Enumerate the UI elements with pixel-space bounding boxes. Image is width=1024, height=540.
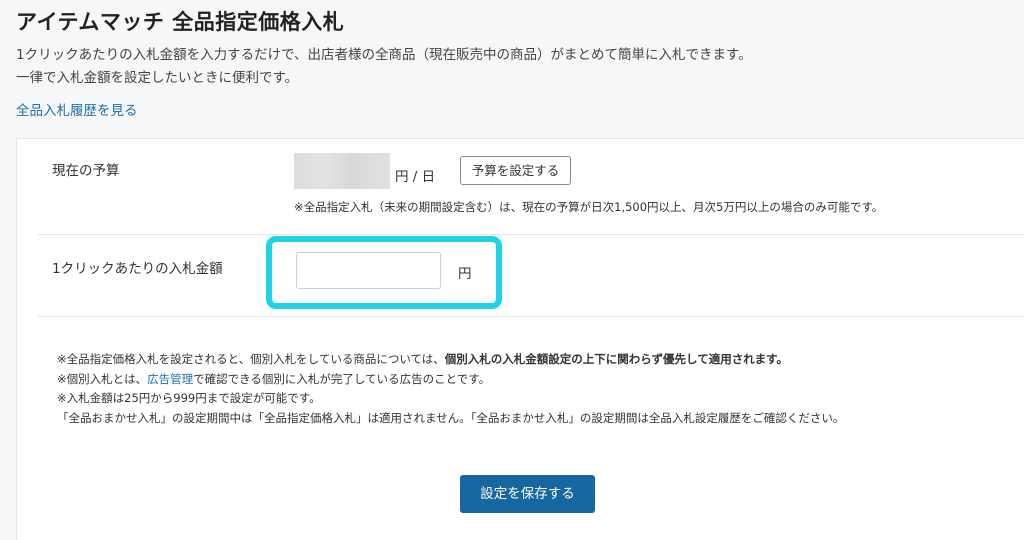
- budget-value-redacted: [294, 153, 390, 189]
- description-line: 1クリックあたりの入札金額を入力するだけで、出店者様の全商品（現在販売中の商品）…: [16, 47, 752, 63]
- budget-unit: 円 / 日: [395, 169, 436, 185]
- ad-management-link[interactable]: 広告管理: [147, 372, 193, 386]
- settings-card: 現在の予算 円 / 日 予算を設定する ※全品指定入札（未来の期間設定含む）は、…: [16, 138, 1024, 540]
- note-priority-emphasis: 個別入札の入札金額設定の上下に関わらず優先して適用されます。: [444, 352, 789, 366]
- budget-label: 現在の予算: [52, 163, 120, 179]
- note-priority: ※全品指定価格入札を設定されると、個別入札をしている商品については、個別入札の入…: [57, 350, 844, 370]
- note-auto-bid: 「全品おまかせ入札」の設定期間中は「全品指定価格入札」は適用されません。「全品お…: [57, 410, 845, 425]
- bid-amount-input[interactable]: [296, 252, 441, 289]
- notes-block: ※全品指定価格入札を設定されると、個別入札をしている商品については、個別入札の入…: [57, 350, 844, 428]
- note-individual-prefix: ※個別入札とは、: [57, 371, 148, 386]
- row-divider: [38, 234, 1024, 235]
- bid-history-link[interactable]: 全品入札履歴を見る: [16, 99, 138, 119]
- budget-note: ※全品指定入札（未来の期間設定含む）は、現在の予算が日次1,500円以上、月次5…: [294, 200, 884, 214]
- note-individual-suffix: で確認できる個別に入札が完了している広告のことです。: [193, 371, 491, 386]
- set-budget-button[interactable]: 予算を設定する: [460, 156, 571, 185]
- note-priority-text: ※全品指定価格入札を設定されると、個別入札をしている商品については、: [57, 352, 445, 366]
- save-settings-button[interactable]: 設定を保存する: [460, 475, 595, 513]
- row-divider: [38, 316, 1024, 317]
- note-bid-range: ※入札金額は25円から999円まで設定が可能です。: [57, 391, 321, 405]
- note-individual-bid: ※個別入札とは、広告管理で確認できる個別に入札が完了している広告のことです。: [57, 370, 844, 390]
- page-title: アイテムマッチ 全品指定価格入札: [16, 10, 345, 34]
- bid-amount-unit: 円: [458, 266, 472, 282]
- description-line: 一律で入札金額を設定したいときに便利です。: [16, 70, 299, 86]
- page-description: 1クリックあたりの入札金額を入力するだけで、出店者様の全商品（現在販売中の商品）…: [16, 44, 752, 90]
- bid-amount-label: 1クリックあたりの入札金額: [52, 261, 223, 277]
